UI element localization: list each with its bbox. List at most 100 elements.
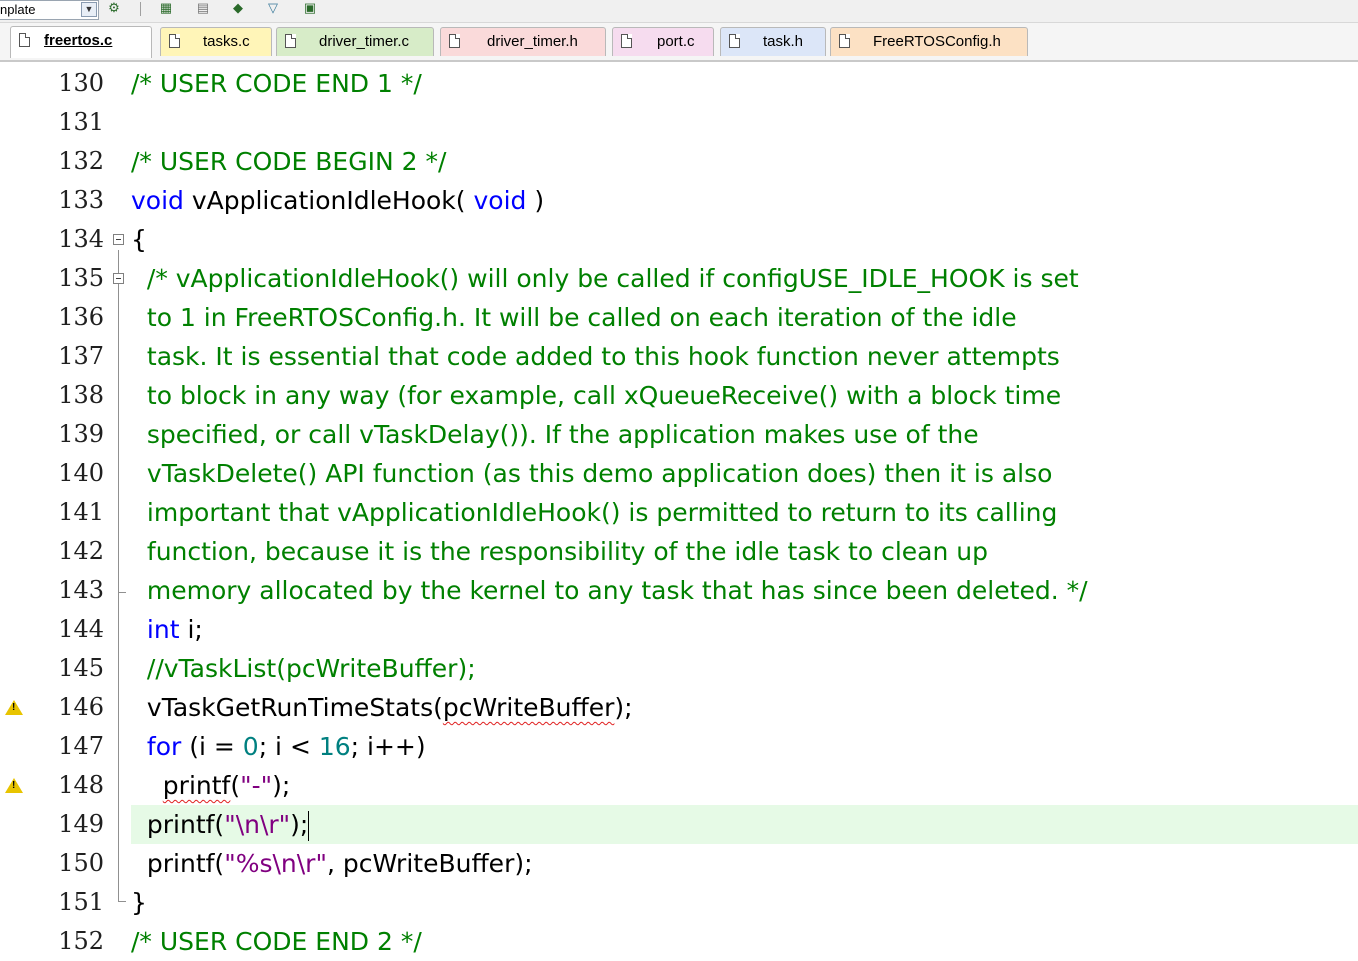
tab-label: driver_timer.h	[487, 33, 578, 50]
warning-icon[interactable]	[5, 700, 23, 715]
tab-label: port.c	[657, 33, 695, 50]
string-literal: "-"	[240, 771, 273, 800]
code-line: 149 printf("\n\r");	[0, 805, 1358, 844]
keyword: for	[146, 732, 182, 761]
line-text: //vTaskList(pcWriteBuffer);	[131, 654, 476, 683]
line-text: /* USER CODE BEGIN 2 */	[131, 147, 447, 176]
code-line: 141 important that vApplicationIdleHook(…	[0, 493, 1358, 532]
line-number: 138	[58, 381, 104, 409]
tab-port-c[interactable]: port.c	[612, 27, 714, 56]
line-number: 142	[58, 537, 104, 565]
error-underlined-token: printf	[162, 771, 231, 800]
line-number: 150	[58, 849, 104, 877]
line-text: printf("-");	[131, 766, 291, 805]
file-icon	[449, 34, 460, 48]
line-number: 133	[58, 186, 104, 214]
line-number: 148	[58, 771, 104, 799]
code-part: );	[290, 810, 309, 839]
code-line: 146 vTaskGetRunTimeStats(pcWriteBuffer);	[0, 688, 1358, 727]
collapse-icon[interactable]	[113, 234, 124, 245]
code-line: 151 }	[0, 883, 1358, 922]
call-text: vTaskGetRunTimeStats(	[131, 693, 443, 722]
target-select-value: nplate	[0, 2, 36, 17]
code-line: 131	[0, 103, 1358, 142]
code-part: , pcWriteBuffer);	[326, 849, 533, 878]
chevron-down-icon[interactable]: ▼	[81, 2, 97, 17]
tab-label: freertos.c	[44, 32, 113, 49]
line-text: task. It is essential that code added to…	[131, 342, 1060, 371]
string-literal: "%s\n\r"	[224, 849, 327, 878]
line-text: important that vApplicationIdleHook() is…	[131, 498, 1058, 527]
file-icon	[729, 34, 740, 48]
tab-driver-timer-c[interactable]: driver_timer.c	[276, 27, 434, 56]
code-part: (	[230, 771, 241, 800]
line-text: to 1 in FreeRTOSConfig.h. It will be cal…	[131, 303, 1017, 332]
line-text: memory allocated by the kernel to any ta…	[131, 576, 1088, 605]
line-text: printf("%s\n\r", pcWriteBuffer);	[131, 844, 533, 883]
line-number: 137	[58, 342, 104, 370]
code-editor[interactable]: 130 /* USER CODE END 1 */ 131 132 /* USE…	[0, 62, 1358, 956]
line-text: /* USER CODE END 1 */	[131, 69, 422, 98]
identifier: i;	[179, 615, 203, 644]
code-line: 148 printf("-");	[0, 766, 1358, 805]
code-part: ; i++)	[350, 732, 426, 761]
build-icon[interactable]: ▤	[193, 0, 213, 16]
text-cursor	[308, 811, 310, 841]
error-underlined-token: pcWriteBuffer	[442, 693, 615, 722]
toolbar: nplate ▼ ⚙ ▦ ▤ ◆ ▽ ▣	[0, 0, 1358, 23]
line-number: 144	[58, 615, 104, 643]
code-line: 136 to 1 in FreeRTOSConfig.h. It will be…	[0, 298, 1358, 337]
keyword: void	[131, 186, 184, 215]
number-literal: 0	[242, 732, 259, 761]
file-icon	[169, 34, 180, 48]
file-icon	[19, 33, 30, 47]
line-text: function, because it is the responsibili…	[131, 537, 988, 566]
tab-task-h[interactable]: task.h	[720, 27, 826, 56]
code-line: 130 /* USER CODE END 1 */	[0, 64, 1358, 103]
code-line: 139 specified, or call vTaskDelay()). If…	[0, 415, 1358, 454]
collapse-icon[interactable]	[113, 273, 124, 284]
code-line: 140 vTaskDelete() API function (as this …	[0, 454, 1358, 493]
line-number: 130	[58, 69, 104, 97]
code-part: (i =	[181, 732, 243, 761]
target-options-icon[interactable]: ⚙	[104, 0, 124, 16]
tab-label: tasks.c	[203, 33, 250, 50]
line-number: 147	[58, 732, 104, 760]
line-number: 132	[58, 147, 104, 175]
line-number: 140	[58, 459, 104, 487]
line-number: 134	[58, 225, 104, 253]
code-part: printf(	[131, 849, 225, 878]
keyword: int	[146, 615, 180, 644]
tab-driver-timer-h[interactable]: driver_timer.h	[440, 27, 606, 56]
toolbar-divider	[140, 2, 141, 16]
line-number: 143	[58, 576, 104, 604]
line-text: int i;	[131, 610, 203, 649]
tab-freertos-c[interactable]: freertos.c	[10, 26, 152, 58]
line-number: 141	[58, 498, 104, 526]
line-text: {	[131, 225, 147, 254]
code-line: 138 to block in any way (for example, ca…	[0, 376, 1358, 415]
line-number: 146	[58, 693, 104, 721]
line-text: void vApplicationIdleHook( void )	[131, 181, 544, 220]
tab-label: task.h	[763, 33, 804, 50]
line-number: 131	[58, 108, 104, 136]
keyword: void	[473, 186, 527, 215]
tab-freertosconfig-h[interactable]: FreeRTOSConfig.h	[830, 27, 1028, 56]
flash-icon[interactable]: ▣	[300, 0, 320, 16]
line-number: 136	[58, 303, 104, 331]
code-line: 142 function, because it is the responsi…	[0, 532, 1358, 571]
line-number: 145	[58, 654, 104, 682]
tab-label: driver_timer.c	[319, 33, 410, 50]
load-icon[interactable]: ▦	[156, 0, 176, 16]
line-text: vTaskDelete() API function (as this demo…	[131, 459, 1053, 488]
code-part: );	[272, 771, 291, 800]
rebuild-icon[interactable]: ◆	[228, 0, 248, 16]
target-select[interactable]: nplate ▼	[0, 0, 99, 20]
function-signature: vApplicationIdleHook(	[183, 186, 474, 215]
diamond-icon[interactable]: ▽	[263, 0, 283, 16]
line-text: for (i = 0; i < 16; i++)	[131, 727, 426, 766]
warning-icon[interactable]	[5, 778, 23, 793]
file-icon	[839, 34, 850, 48]
tab-tasks-c[interactable]: tasks.c	[160, 27, 272, 56]
number-literal: 16	[318, 732, 351, 761]
